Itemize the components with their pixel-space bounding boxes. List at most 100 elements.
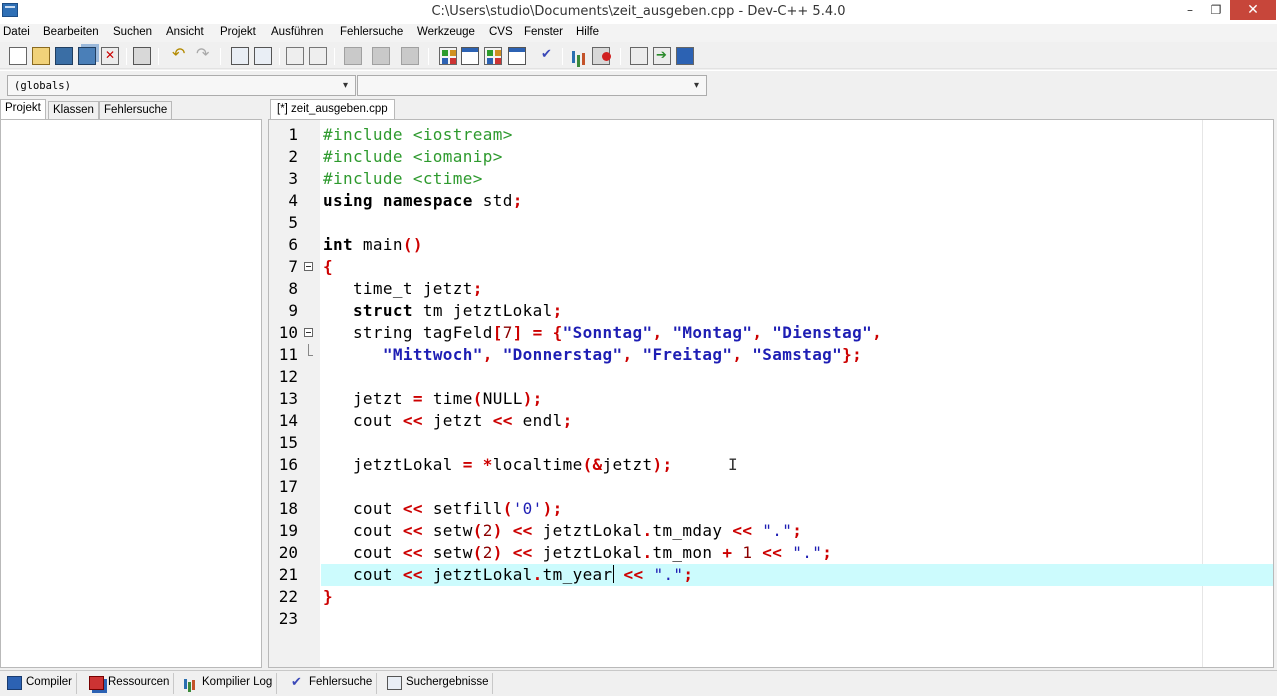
menu-werkzeuge[interactable]: Werkzeuge	[417, 26, 475, 38]
line-number: 8	[288, 279, 298, 298]
fold-end-marker	[308, 344, 313, 356]
line-number: 6	[288, 235, 298, 254]
left-panel-tabs: Projekt Klassen Fehlersuche	[0, 99, 262, 119]
menu-bearbeiten[interactable]: Bearbeiten	[43, 26, 99, 38]
indent-icon[interactable]	[286, 47, 304, 65]
redo-icon[interactable]	[194, 44, 212, 65]
code-line[interactable]: cout << jetzt << endl;	[323, 410, 573, 432]
print-icon[interactable]	[133, 47, 151, 65]
chart-icon[interactable]	[570, 47, 588, 65]
undo-icon[interactable]	[170, 44, 188, 65]
code-line[interactable]: time_t jetzt;	[323, 278, 483, 300]
tab-suchergebnisse[interactable]: Suchergebnisse	[382, 673, 494, 694]
code-line[interactable]: "Mittwoch", "Donnerstag", "Freitag", "Sa…	[323, 344, 862, 366]
code-line[interactable]: cout << setw(2) << jetztLokal.tm_mon + 1…	[323, 542, 832, 564]
new-file-icon[interactable]	[9, 47, 27, 65]
check-icon[interactable]	[538, 47, 556, 65]
compile-log-icon	[183, 676, 198, 690]
code-line[interactable]: #include <iostream>	[323, 124, 513, 146]
fold-collapse-icon[interactable]	[304, 328, 313, 337]
line-number: 1	[288, 125, 298, 144]
line-number: 2	[288, 147, 298, 166]
window-icon[interactable]	[461, 47, 479, 65]
chevron-down-icon[interactable]: ▾	[338, 77, 353, 94]
debug-icon[interactable]	[592, 47, 611, 65]
tab-zeit-ausgeben-cpp[interactable]: [*] zeit_ausgeben.cpp	[270, 99, 395, 119]
code-line[interactable]: using namespace std;	[323, 190, 523, 212]
line-number: 10	[278, 323, 298, 342]
fold-collapse-icon[interactable]	[304, 262, 313, 271]
line-number: 14	[278, 411, 298, 430]
code-line[interactable]: #include <ctime>	[323, 168, 483, 190]
menu-fenster[interactable]: Fenster	[524, 26, 563, 38]
close-window-button[interactable]: ✕	[1230, 0, 1276, 20]
menu-ausfuehren[interactable]: Ausführen	[271, 26, 323, 38]
pin-icon[interactable]	[630, 47, 648, 65]
code-line[interactable]: cout << jetztLokal.tm_year << ".";	[323, 564, 693, 586]
search-results-icon	[387, 676, 402, 690]
tab-klassen[interactable]: Klassen	[48, 101, 99, 119]
tab-projekt[interactable]: Projekt	[0, 99, 46, 119]
menu-projekt[interactable]: Projekt	[220, 26, 256, 38]
tab-compiler[interactable]: Compiler	[2, 673, 78, 694]
menu-suchen[interactable]: Suchen	[113, 26, 152, 38]
goto-disabled-icon	[372, 47, 390, 65]
toolbar-separator	[620, 48, 621, 65]
scope-select[interactable]: (globals) ▾	[7, 75, 356, 96]
minimize-button[interactable]: –	[1177, 0, 1203, 20]
line-number: 11	[278, 345, 298, 364]
line-number: 12	[278, 367, 298, 386]
find-icon[interactable]	[231, 47, 249, 65]
class-browser-bar: (globals) ▾ ▾	[0, 70, 1277, 98]
code-line[interactable]: jetztLokal = *localtime(&jetzt);	[323, 454, 672, 476]
tab-ressourcen[interactable]: Ressourcen	[84, 673, 175, 694]
save-all-icon[interactable]	[78, 47, 96, 65]
code-line[interactable]: int main()	[323, 234, 423, 256]
close-file-icon[interactable]	[101, 47, 119, 65]
toolbar-separator	[220, 48, 221, 65]
toolbar-separator	[334, 48, 335, 65]
line-number: 3	[288, 169, 298, 188]
unindent-icon[interactable]	[309, 47, 327, 65]
menu-fehlersuche[interactable]: Fehlersuche	[340, 26, 403, 38]
save-icon[interactable]	[55, 47, 73, 65]
maximize-button[interactable]: ❐	[1203, 0, 1229, 20]
title-bar: C:\Users\studio\Documents\zeit_ausgeben.…	[0, 0, 1277, 24]
goto-arrow-icon[interactable]	[653, 47, 671, 65]
toolbar-separator	[126, 48, 127, 65]
open-project-icon[interactable]	[32, 47, 50, 65]
debug-check-icon	[290, 674, 305, 690]
code-editor[interactable]: 1 2 3 4 5 6 7 8 9 10 11 12 13 14 15 16 1…	[268, 119, 1274, 668]
tab-fehlersuche[interactable]: Fehlersuche	[99, 101, 173, 119]
toggle-disabled-icon	[401, 47, 419, 65]
code-line[interactable]: #include <iomanip>	[323, 146, 503, 168]
tab-fehlersuche-bottom[interactable]: Fehlersuche	[285, 673, 378, 694]
code-line[interactable]: cout << setfill('0');	[323, 498, 563, 520]
menu-cvs[interactable]: CVS	[489, 26, 513, 38]
help-book-icon[interactable]	[676, 47, 694, 65]
member-select[interactable]: ▾	[357, 75, 707, 96]
resources-icon	[89, 676, 104, 690]
chevron-down-icon[interactable]: ▾	[689, 77, 704, 94]
menu-datei[interactable]: Datei	[3, 26, 30, 38]
menu-hilfe[interactable]: Hilfe	[576, 26, 599, 38]
run-icon[interactable]	[484, 47, 502, 65]
line-number: 18	[278, 499, 298, 518]
code-line[interactable]: {	[323, 256, 333, 278]
menu-ansicht[interactable]: Ansicht	[166, 26, 204, 38]
line-number: 23	[278, 609, 298, 628]
project-tree-panel[interactable]	[0, 119, 262, 668]
line-number: 7	[288, 257, 298, 276]
code-line[interactable]: string tagFeld[7] = {"Sonntag", "Montag"…	[323, 322, 882, 344]
code-line[interactable]: cout << setw(2) << jetztLokal.tm_mday <<…	[323, 520, 802, 542]
compile-icon[interactable]	[439, 47, 457, 65]
code-line[interactable]: }	[323, 586, 333, 608]
rebuild-icon[interactable]	[508, 47, 526, 65]
code-line[interactable]: jetzt = time(NULL);	[323, 388, 543, 410]
replace-icon[interactable]	[254, 47, 272, 65]
line-number: 19	[278, 521, 298, 540]
code-line[interactable]: struct tm jetztLokal;	[323, 300, 563, 322]
tab-kompilier-log[interactable]: Kompilier Log	[178, 673, 278, 694]
line-number: 13	[278, 389, 298, 408]
scope-select-value: (globals)	[14, 80, 71, 92]
